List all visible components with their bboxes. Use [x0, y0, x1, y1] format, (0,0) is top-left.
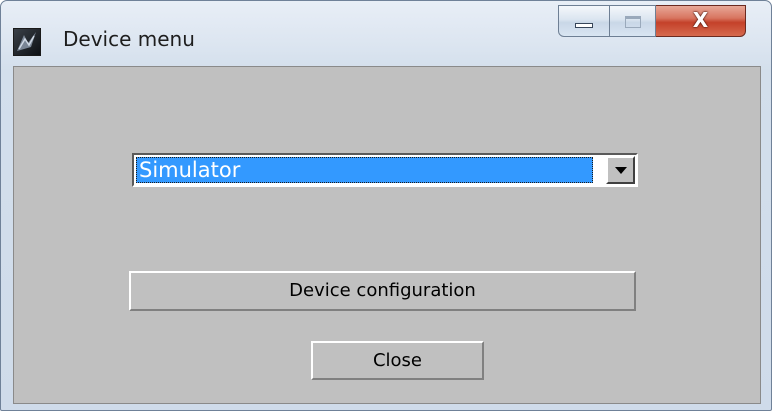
device-select[interactable]: Simulator: [132, 153, 638, 187]
minimize-icon: [575, 23, 593, 28]
close-icon: X: [692, 8, 709, 32]
device-configuration-button[interactable]: Device configuration: [129, 271, 636, 311]
close-window-button[interactable]: X: [656, 5, 746, 37]
close-button[interactable]: Close: [311, 341, 484, 380]
chevron-down-icon: [615, 167, 627, 174]
maximize-button[interactable]: [610, 5, 656, 37]
window-title: Device menu: [63, 27, 195, 51]
maximize-icon: [625, 16, 641, 28]
title-bar[interactable]: Device menu X: [1, 1, 771, 63]
app-logo-icon: [13, 28, 41, 56]
dropdown-arrow-button[interactable]: [606, 156, 635, 184]
dialog-body: Simulator Device configuration Close: [13, 66, 761, 404]
device-menu-window: Device menu X Simulator Device configura…: [0, 0, 772, 411]
minimize-button[interactable]: [558, 5, 610, 37]
caption-buttons: X: [558, 5, 758, 39]
device-select-value[interactable]: Simulator: [136, 157, 593, 183]
